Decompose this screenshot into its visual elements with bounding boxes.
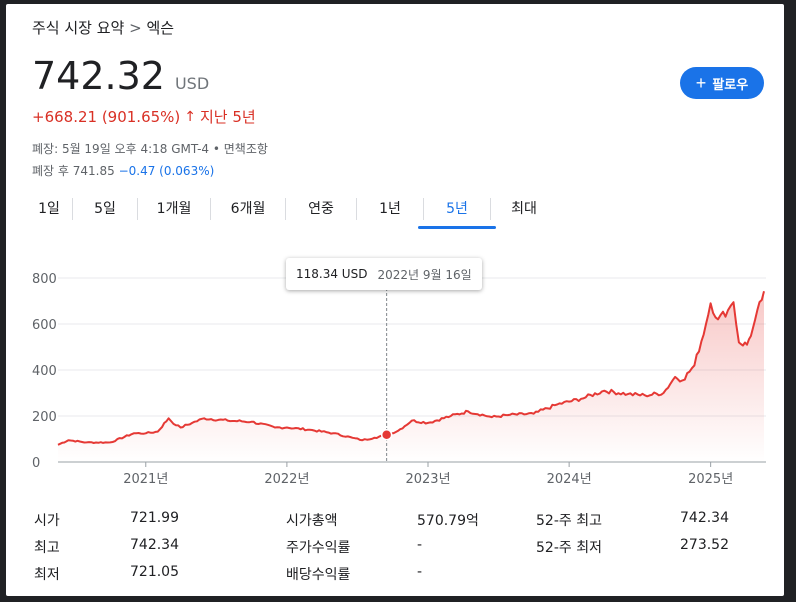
y-tick-label: 600 [32,318,57,333]
stat-label-open: 시가 [34,513,60,529]
breadcrumb-current: 엑슨 [146,19,175,37]
stat-value-52w-low: 273.52 [680,537,729,553]
change-amount: +668.21 (901.65%) [32,107,181,126]
price-row: 742.32 USD [32,54,209,98]
after-hours-label: 폐장 후 741.85 [32,164,115,178]
stat-label-52w-high: 52-주 최고 [536,513,602,529]
stat-value-pe-ratio: - [417,537,423,553]
stat-value-market-cap: 570.79억 [417,513,479,529]
tooltip-date: 2022년 9월 16일 [377,267,472,282]
follow-label: 팔로우 [712,76,749,92]
tab-max[interactable]: 최대 [491,197,557,221]
market-closed-info: 폐장: 5월 19일 오후 4:18 GMT-4 • 면책조항 [32,142,268,156]
x-tick-label: 2023년 [405,472,450,487]
stat-label-52w-low: 52-주 최저 [536,540,602,556]
follow-button[interactable]: + 팔로우 [680,67,764,99]
breadcrumb: 주식 시장 요약 > 엑슨 [32,17,174,38]
stat-value-low: 721.05 [130,564,179,580]
y-tick-label: 800 [32,272,57,287]
x-tick-label: 2022년 [264,472,309,487]
stat-label-dividend-yield: 배당수익률 [286,567,351,583]
stat-label-low: 최저 [34,567,60,583]
stat-label-market-cap: 시가총액 [286,513,338,529]
series-area-fill [58,291,764,462]
tab-5d[interactable]: 5일 [73,197,137,221]
tab-5y[interactable]: 5년 [418,197,496,229]
x-tick-label: 2025년 [688,472,733,487]
plus-icon: + [695,73,707,93]
tab-1y[interactable]: 1년 [357,197,423,221]
y-tick-label: 0 [32,456,40,471]
breadcrumb-parent[interactable]: 주식 시장 요약 [32,19,124,37]
finance-panel: 주식 시장 요약 > 엑슨 742.32 USD +668.21 (901.65… [6,4,784,596]
chart-tooltip: 118.34 USD 2022년 9월 16일 [286,258,482,290]
y-tick-label: 400 [32,364,57,379]
tab-1m[interactable]: 1개월 [138,197,210,221]
tab-1d[interactable]: 1일 [26,197,72,221]
arrow-up-icon: ↑ [184,108,196,125]
stat-value-dividend-yield: - [417,564,423,580]
change-period: 지난 5년 [200,108,256,126]
range-tabs: 1일 5일 1개월 6개월 연중 1년 5년 최대 [26,197,557,229]
stat-label-high: 최고 [34,540,60,556]
stat-value-52w-high: 742.34 [680,510,729,526]
current-price: 742.32 [32,54,165,98]
after-hours-change: −0.47 (0.063%) [118,164,215,178]
tab-6m[interactable]: 6개월 [211,197,285,221]
x-tick-label: 2021년 [123,472,168,487]
currency: USD [174,74,210,93]
tooltip-price: 118.34 USD [296,267,368,281]
stat-label-pe-ratio: 주가수익률 [286,540,351,556]
y-tick-label: 200 [32,410,57,425]
x-tick-label: 2024년 [547,472,592,487]
hover-point [380,429,393,441]
stat-value-high: 742.34 [130,537,179,553]
breadcrumb-separator: > [129,19,142,37]
stat-value-open: 721.99 [130,510,179,526]
after-hours-info: 폐장 후 741.85 −0.47 (0.063%) [32,162,214,179]
tab-ytd[interactable]: 연중 [286,197,356,221]
price-change: +668.21 (901.65%) ↑ 지난 5년 [32,106,256,127]
